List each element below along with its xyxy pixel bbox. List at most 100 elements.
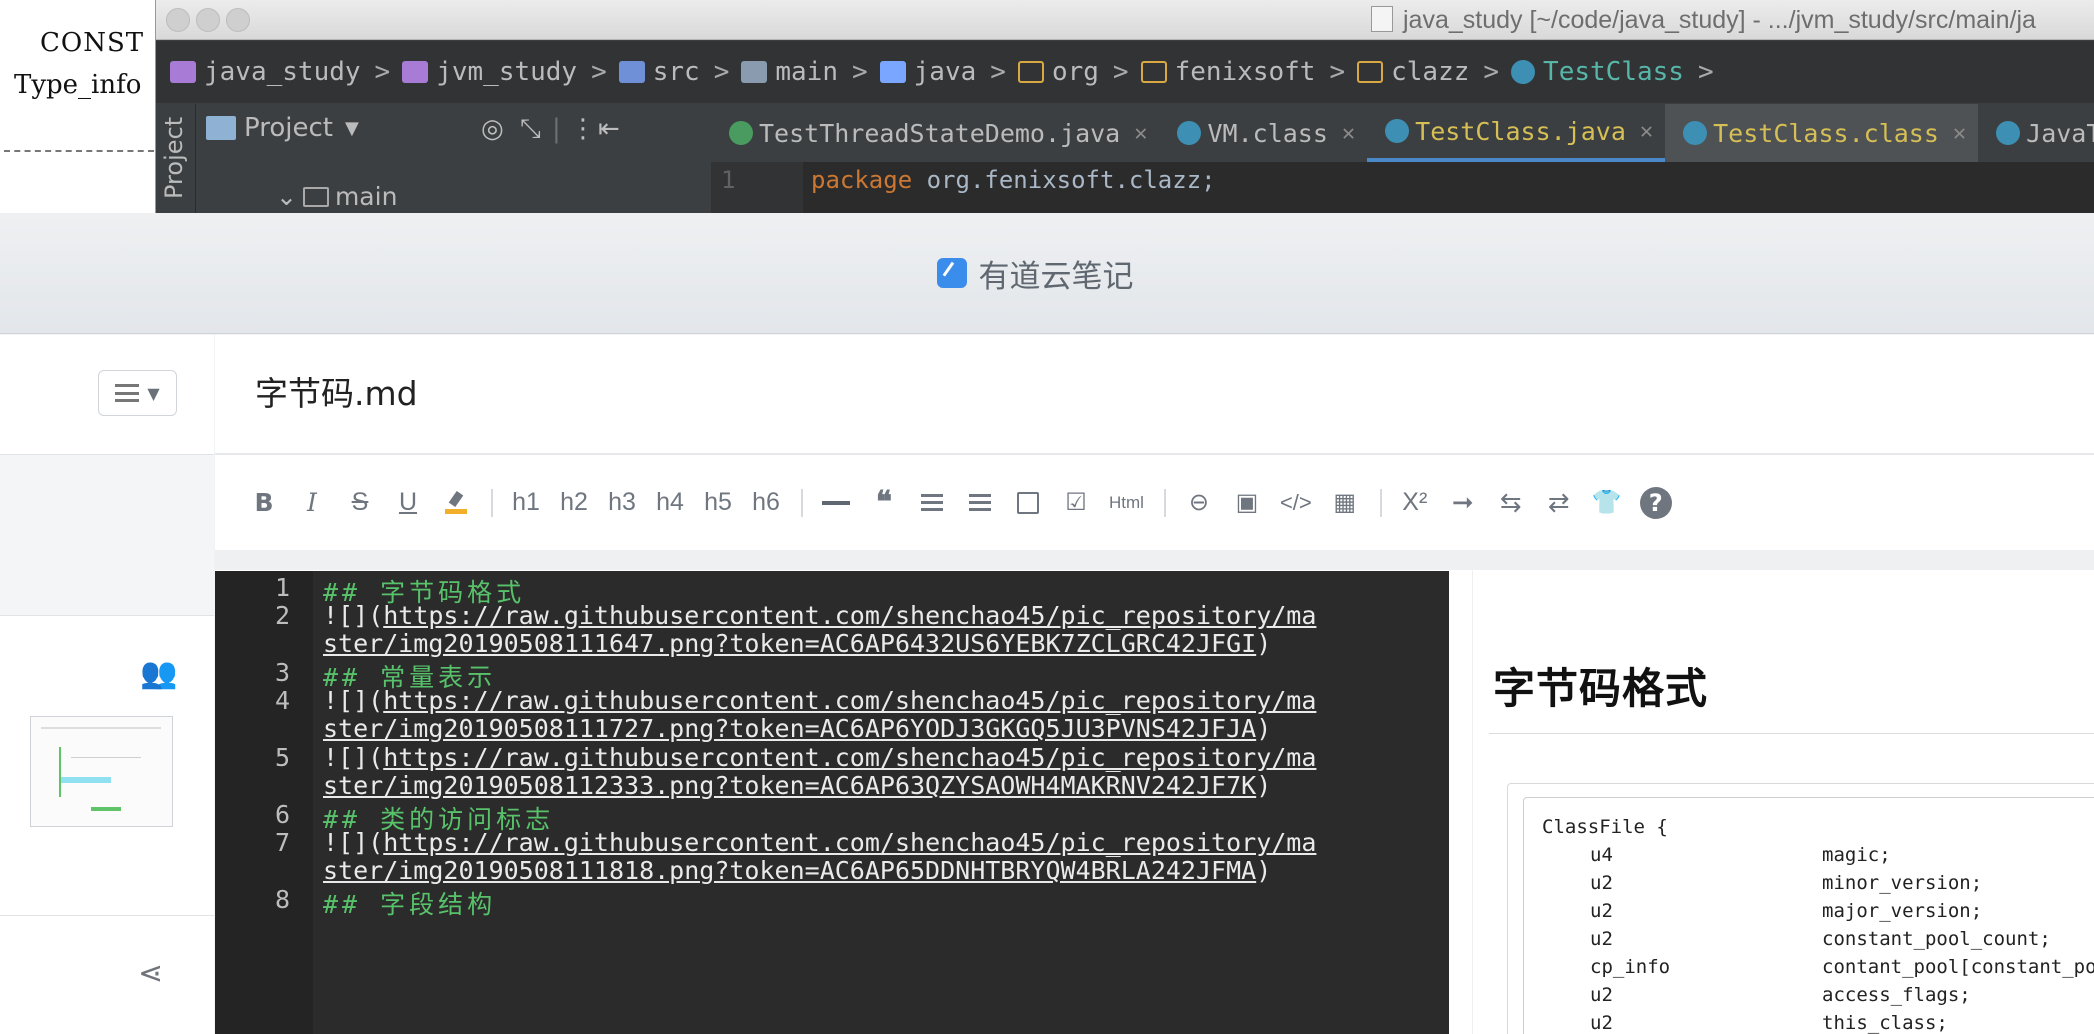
image-icon: ▣ [1235, 489, 1259, 516]
h2-button[interactable]: h2 [559, 483, 589, 523]
crumb-org[interactable]: org > [1017, 57, 1141, 87]
close-tab-icon[interactable]: ✕ [1953, 121, 1966, 146]
classfile-field: constant_pool_count; [1822, 928, 2051, 950]
crumb-fenixsoft[interactable]: fenixsoft > [1140, 57, 1358, 87]
tab-testclass-class[interactable]: TestClass.class ✕ [1665, 104, 1979, 162]
quote-button[interactable]: ❝ [869, 483, 899, 523]
tab-testclass-java[interactable]: TestClass.java ✕ [1367, 104, 1666, 162]
sync-scroll-button[interactable]: ⇄ [1544, 483, 1574, 523]
crumb-java-study[interactable]: java_study > [170, 57, 402, 87]
note-thumbnail[interactable] [30, 716, 173, 827]
checked-checkbox-button[interactable]: ☑ [1061, 483, 1091, 523]
help-button[interactable]: ? [1639, 486, 1672, 519]
toolbar-divider [801, 488, 803, 517]
horizontal-rule-icon [822, 500, 850, 505]
crumb-jvm-study[interactable]: jvm_study > [402, 57, 619, 87]
classfile-field: contant_pool[constant_po [1822, 956, 2094, 978]
horizontal-rule-button[interactable] [821, 483, 851, 523]
locate-target-icon[interactable]: ◎ [481, 114, 504, 144]
shirt-icon: 👕 [1591, 489, 1622, 516]
html-button[interactable]: Html [1109, 483, 1144, 523]
tab-testthreadstatedemo[interactable]: TestThreadStateDemo.java ✕ [711, 104, 1159, 162]
tab-vm-class[interactable]: VM.class ✕ [1159, 104, 1367, 162]
h4-button[interactable]: h4 [655, 483, 685, 523]
tree-item-main[interactable]: ⌄ main [276, 182, 397, 211]
classfile-type: u2 [1590, 984, 1613, 1006]
crumb-testclass[interactable]: TestClass > [1511, 57, 1726, 87]
crumb-src[interactable]: src > [618, 57, 742, 87]
code-rest: org.fenixsoft.clazz; [912, 166, 1216, 194]
markdown-editor[interactable]: 1 ## 字节码格式 2 ![](https://raw.githubuserc… [215, 571, 1449, 1034]
project-tool-window-stripe[interactable]: Project [156, 104, 196, 215]
underline-button[interactable]: U [393, 483, 423, 523]
line-number: 2 [274, 601, 290, 630]
unordered-list-button[interactable] [917, 483, 947, 523]
more-options-icon[interactable]: ⋮ [570, 114, 596, 144]
ide-titlebar[interactable]: java_study [~/code/java_study] - .../jvm… [156, 0, 2094, 40]
close-tab-icon[interactable]: ✕ [1134, 121, 1147, 146]
toolbar-divider [1163, 488, 1166, 517]
crumb-label: jvm_study [436, 57, 578, 87]
hide-panel-icon[interactable]: ⇤ [598, 114, 620, 144]
crumb-main[interactable]: main > [741, 57, 879, 87]
sync-scroll-icon: ⇄ [1547, 487, 1570, 517]
highlight-button[interactable] [441, 483, 471, 523]
crumb-java[interactable]: java > [879, 57, 1018, 87]
close-window-button[interactable] [166, 8, 190, 32]
table-button[interactable]: ▦ [1330, 483, 1360, 523]
image-url[interactable]: ster/img20190508111818.png?token=AC6AP65… [323, 856, 1256, 885]
italic-button[interactable]: I [297, 483, 327, 523]
close-tab-icon[interactable]: ✕ [1342, 121, 1355, 146]
code-keyword: package [811, 166, 913, 194]
crumb-clazz[interactable]: clazz > [1357, 57, 1511, 87]
image-url[interactable]: ster/img20190508111727.png?token=AC6AP6Y… [323, 714, 1256, 743]
ordered-list-button[interactable] [965, 483, 995, 523]
zoom-window-button[interactable] [226, 8, 250, 32]
checkbox-button[interactable] [1013, 483, 1043, 523]
image-url[interactable]: ster/img20190508112333.png?token=AC6AP63… [323, 771, 1256, 800]
note-list-item[interactable]: 👥 [0, 616, 214, 916]
superscript-button[interactable]: X² [1400, 483, 1430, 523]
swap-button[interactable]: ⇆ [1496, 483, 1526, 523]
theme-button[interactable]: 👕 [1592, 483, 1622, 523]
chevron-right-icon: > [1329, 57, 1346, 87]
link-button[interactable]: ⊖ [1184, 483, 1214, 523]
note-title[interactable]: 字节码.md [255, 367, 418, 415]
project-view-selector[interactable]: Project [244, 113, 333, 143]
share-icon[interactable]: ⋖ [138, 956, 163, 991]
image-url[interactable]: ster/img20190508111647.png?token=AC6AP64… [323, 629, 1256, 658]
bold-button[interactable]: B [249, 483, 279, 523]
tab-javath[interactable]: JavaTh [1978, 104, 2094, 162]
line-number: 1 [711, 162, 803, 215]
youdao-app-title: 有道云笔记 [936, 251, 1134, 296]
image-button[interactable]: ▣ [1232, 483, 1262, 523]
view-mode-button[interactable]: ▼ [98, 370, 177, 416]
toolbar-divider [491, 488, 493, 517]
collaborators-icon[interactable]: 👥 [140, 656, 177, 691]
arrow-button[interactable]: ➞ [1448, 483, 1478, 523]
image-url[interactable]: https://raw.githubusercontent.com/shench… [383, 743, 1316, 772]
minimize-window-button[interactable] [196, 8, 220, 32]
chevron-down-icon[interactable]: ⌄ [276, 182, 297, 211]
ide-main-area: Project Project ▼ ◎ ⤡ | ⋮ ⇤ ⌄ main TestT… [156, 104, 2094, 215]
image-url[interactable]: https://raw.githubusercontent.com/shench… [383, 686, 1316, 715]
project-panel-header: Project ▼ ◎ ⤡ | ⋮ ⇤ [196, 104, 711, 152]
h5-button[interactable]: h5 [703, 483, 733, 523]
paper-text-type-info: Type_info [14, 70, 142, 100]
h6-button[interactable]: h6 [751, 483, 781, 523]
image-url[interactable]: https://raw.githubusercontent.com/shench… [383, 601, 1316, 630]
youdao-titlebar[interactable]: 有道云笔记 [0, 213, 2094, 334]
h3-button[interactable]: h3 [607, 483, 637, 523]
code-button[interactable]: </> [1280, 483, 1312, 523]
close-tab-icon[interactable]: ✕ [1640, 119, 1653, 144]
tree-item-label: main [334, 182, 398, 211]
class-icon [1177, 121, 1202, 145]
collapse-all-icon[interactable]: ⤡ [520, 114, 541, 145]
image-url[interactable]: https://raw.githubusercontent.com/shench… [383, 828, 1316, 857]
caret-down-icon[interactable]: ▼ [345, 118, 359, 139]
strikethrough-button[interactable]: S [345, 483, 375, 523]
chevron-right-icon: > [1112, 57, 1129, 87]
module-icon [170, 61, 196, 83]
editor-code-line[interactable]: 1 package org.fenixsoft.clazz; [711, 162, 2094, 215]
h1-button[interactable]: h1 [511, 483, 541, 523]
